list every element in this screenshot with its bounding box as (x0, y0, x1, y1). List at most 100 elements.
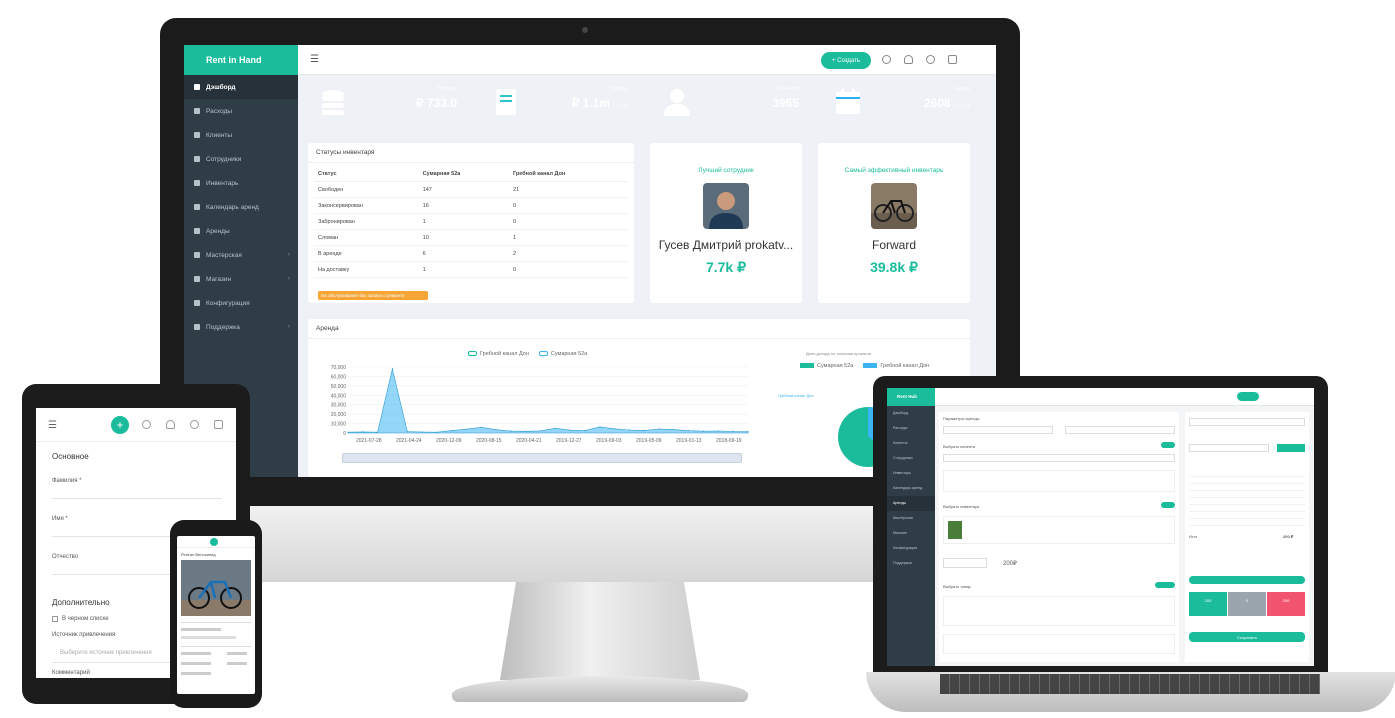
stat-label: Аренд (955, 86, 970, 92)
best-employee-card[interactable]: Лучший сотрудник Гусев Дмитрий prokatv..… (650, 143, 802, 303)
start-date-field[interactable] (943, 426, 1053, 434)
sidebar-item[interactable]: Клиенты (887, 436, 935, 451)
lastname-field[interactable] (52, 498, 222, 499)
blacklist-checkbox[interactable] (52, 616, 58, 622)
y-tick-label: 30,000 (331, 403, 347, 409)
legend-item[interactable]: Гребной канал Дон (863, 363, 929, 369)
table-cell: 1 (419, 262, 509, 278)
sidebar-item[interactable]: Дэшборд (887, 406, 935, 421)
sidebar-item[interactable]: Аренды (184, 219, 298, 243)
sidebar-item[interactable]: Календарь аренд (887, 481, 935, 496)
logout-icon[interactable] (214, 420, 223, 429)
phone-screen: Рентал Велосипед (177, 536, 255, 694)
save-button[interactable]: Сохранить (1189, 632, 1305, 642)
sidebar-item[interactable]: Аренды (887, 496, 935, 511)
sidebar-item-label: Инвентарь (206, 180, 238, 187)
brand-logo[interactable]: Rent in Hand (184, 45, 298, 75)
data-point (422, 431, 423, 432)
chart-range-slider[interactable] (342, 453, 742, 463)
sidebar-item[interactable]: Клиенты (184, 123, 298, 147)
add-inventory-button[interactable] (1161, 502, 1175, 508)
sidebar-item[interactable]: Мастерская‹ (184, 243, 298, 267)
chat-icon[interactable] (142, 420, 151, 429)
brand-logo[interactable]: Rent Hub (887, 388, 935, 406)
stat-card-clients[interactable]: Клиентов 3965 (650, 78, 807, 126)
x-tick-label: 2019-05-09 (636, 438, 662, 444)
phone-topbar (177, 536, 255, 548)
table-cell: 0 (509, 214, 628, 230)
sidebar-item[interactable]: Поддержка (887, 556, 935, 571)
stat-card-rentals[interactable]: Аренд 2608 / 2.0 к (821, 78, 978, 126)
employee-name: Гусев Дмитрий prokatv... (650, 238, 802, 252)
legend-item[interactable]: Гребной канал Дон (468, 351, 529, 357)
data-point (377, 432, 378, 433)
user-icon[interactable] (166, 420, 175, 429)
chat-icon[interactable] (882, 55, 891, 64)
section-title: Основное (36, 452, 105, 461)
legend-item[interactable]: Сумарная 52а (800, 363, 853, 369)
column-header: Статус (314, 167, 419, 182)
data-point (496, 429, 497, 430)
add-client-button[interactable] (1161, 442, 1175, 448)
source-select[interactable]: Выберите источник привлечения (60, 650, 152, 656)
section-title: Выбрать инвентарь (943, 504, 980, 509)
sidebar-item[interactable]: Магазин (887, 526, 935, 541)
monitor-stand-neck (500, 582, 700, 680)
time-field[interactable] (943, 558, 987, 568)
client-select[interactable] (943, 454, 1175, 462)
sidebar-item[interactable]: Расходы (887, 421, 935, 436)
sidebar-item[interactable]: Расходы (184, 99, 298, 123)
sidebar-item[interactable]: Инвентарь (184, 171, 298, 195)
text-line (181, 628, 221, 631)
sidebar-item[interactable]: Сотрудники (887, 451, 935, 466)
table-cell: 21 (509, 182, 628, 198)
apply-button[interactable] (1277, 444, 1305, 452)
help-icon[interactable] (190, 420, 199, 429)
stat-card-income[interactable]: Доходы ₽ 1.1m / 2.5k (479, 78, 636, 126)
stat-card-expenses[interactable]: Расходы ₽ 733.0 (308, 78, 465, 126)
x-tick-label: 2020-04-21 (516, 438, 542, 444)
add-icon[interactable]: + (111, 416, 129, 434)
form-title: Параметры аренды (943, 416, 980, 421)
sidebar-item[interactable]: Поддержка‹ (184, 315, 298, 339)
create-button[interactable] (1237, 392, 1259, 401)
help-icon[interactable] (926, 55, 935, 64)
sidebar-item[interactable]: Инвентарь (887, 466, 935, 481)
point-select[interactable] (1189, 418, 1305, 426)
data-point (451, 430, 452, 431)
inventory-item[interactable] (943, 516, 1175, 544)
legend-item[interactable]: Сумарная 52а (539, 351, 587, 357)
logout-icon[interactable] (948, 55, 957, 64)
pay-button[interactable] (1189, 576, 1305, 584)
sidebar-item[interactable]: Дэшборд (184, 75, 298, 99)
end-date-field[interactable] (1065, 426, 1175, 434)
table-cell: 0 (509, 262, 628, 278)
promo-field[interactable] (1189, 444, 1269, 452)
sidebar-item[interactable]: Сотрудники (184, 147, 298, 171)
sidebar-item[interactable]: Конфигурация (887, 541, 935, 556)
menu-icon[interactable]: ☰ (310, 54, 319, 65)
sidebar-item[interactable]: Календарь аренд (184, 195, 298, 219)
product-item[interactable] (943, 596, 1175, 626)
total-value: 200 ₽ (1283, 534, 1293, 539)
menu-icon[interactable]: ☰ (48, 420, 57, 431)
product-qty[interactable] (943, 634, 1175, 654)
support-icon (194, 324, 200, 330)
legend-swatch (800, 363, 814, 368)
add-product-button[interactable] (1155, 582, 1175, 588)
client-card[interactable] (943, 470, 1175, 492)
sidebar-item[interactable]: Конфигурация (184, 291, 298, 315)
data-point (703, 431, 704, 432)
table-cell: 1 (419, 214, 509, 230)
best-inventory-card[interactable]: Самый эффективный инвентарь Forward 39.8… (818, 143, 970, 303)
sidebar-item[interactable]: Мастерская (887, 511, 935, 526)
add-icon[interactable] (210, 538, 218, 546)
rent-chart[interactable]: 70,00060,00050,00040,00030,00020,00010,0… (314, 363, 754, 453)
user-icon[interactable] (904, 55, 913, 64)
stat-value: 2608 / 2.0 к (924, 96, 970, 110)
sidebar-item[interactable]: Магазин‹ (184, 267, 298, 291)
create-button[interactable]: + Создать (821, 52, 871, 69)
data-point (570, 430, 571, 431)
table-cell: 6 (419, 246, 509, 262)
warning-badge[interactable]: На обслуживание без записи о ремонте (318, 291, 428, 300)
